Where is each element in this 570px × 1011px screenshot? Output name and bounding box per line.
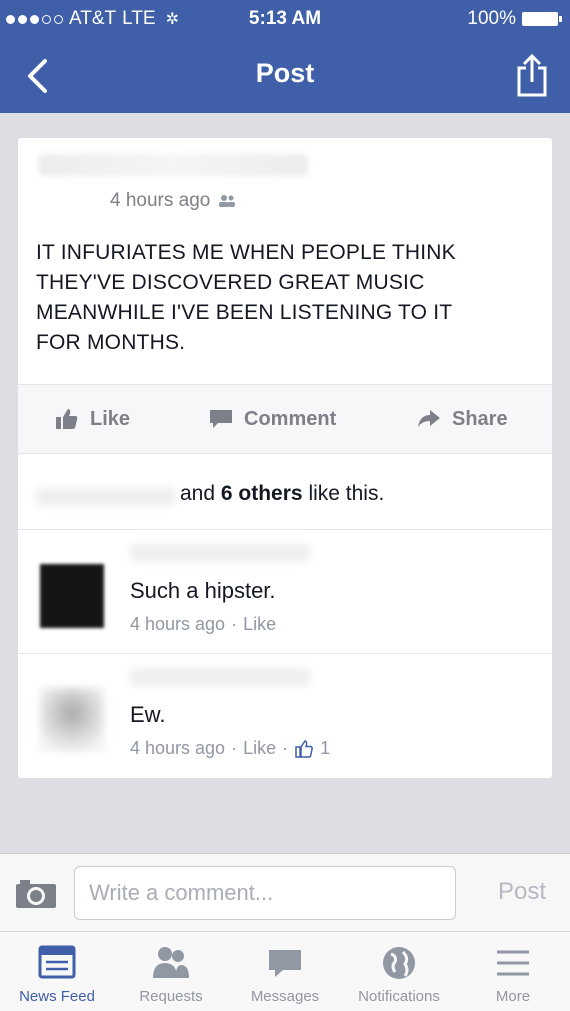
commenter-name-redacted <box>130 544 310 562</box>
share-arrow-icon <box>418 410 440 427</box>
post-timestamp[interactable]: 4 hours ago <box>110 190 210 212</box>
comment-timestamp: 4 hours ago <box>130 738 226 758</box>
status-bar: AT&T LTE ✲ 5:13 AM 100% <box>0 0 570 38</box>
tab-bar: News Feed Requests Messages Notification… <box>0 931 570 1011</box>
comment-label: Comment <box>244 407 337 430</box>
page-title: Post <box>255 58 315 88</box>
comment-icon <box>210 410 232 428</box>
likes-count[interactable]: 6 others <box>221 482 303 505</box>
header: AT&T LTE ✲ 5:13 AM 100% Post <box>0 0 570 113</box>
post-text-line: THEY'VE DISCOVERED GREAT MUSIC <box>36 271 425 294</box>
share-label: Share <box>452 407 508 430</box>
post-text-line: MEANWHILE I'VE BEEN LISTENING TO IT <box>36 301 453 324</box>
comment-text: Such a hipster. <box>130 578 276 603</box>
post-meta: 4 hours ago <box>110 190 236 212</box>
action-bar: Like Comment Share <box>18 384 552 454</box>
comment-input[interactable] <box>74 866 456 920</box>
comment-item: Such a hipster. 4 hours ago · Like <box>18 530 552 654</box>
tab-label: More <box>495 988 531 1005</box>
share-button[interactable]: Share <box>416 407 508 431</box>
tab-label: News Feed <box>19 988 95 1005</box>
separator-dot: · <box>282 738 289 758</box>
like-label: Like <box>90 407 131 430</box>
avatar[interactable] <box>40 564 104 628</box>
comment-meta: 4 hours ago · Like <box>130 614 276 635</box>
comment-text: Ew. <box>130 702 166 727</box>
news-feed-icon <box>38 945 76 979</box>
likes-summary[interactable]: and 6 others like this. <box>18 454 552 530</box>
tab-messages[interactable]: Messages <box>228 932 342 1011</box>
liker-name-redacted <box>36 488 176 506</box>
comment-like-link[interactable]: Like <box>243 614 276 635</box>
battery-percent: 100% <box>467 8 516 29</box>
avatar[interactable] <box>40 688 104 752</box>
thumbs-up-icon <box>56 409 78 429</box>
post-card: 4 hours ago IT INFURIATES ME WHEN PEOPLE… <box>18 138 552 778</box>
comment-timestamp: 4 hours ago <box>130 614 226 634</box>
comment-button[interactable]: Comment <box>208 407 336 431</box>
likes-prefix: and <box>180 482 216 505</box>
comment-composer: Post <box>0 853 570 931</box>
separator-dot: · <box>231 738 238 758</box>
author-name-redacted <box>38 154 308 176</box>
post-text-line: FOR MONTHS. <box>36 331 186 354</box>
post-text: IT INFURIATES ME WHEN PEOPLE THINK THEY'… <box>36 238 536 358</box>
post-comment-button[interactable]: Post <box>498 878 546 906</box>
camera-icon[interactable] <box>14 878 58 910</box>
tab-notifications[interactable]: Notifications <box>342 932 456 1011</box>
friend-requests-icon <box>153 947 189 978</box>
comment-item: Ew. 4 hours ago · Like · 1 <box>18 654 552 778</box>
like-button[interactable]: Like <box>54 407 130 431</box>
tab-label: Requests <box>139 988 203 1005</box>
tab-news-feed[interactable]: News Feed <box>0 932 114 1011</box>
nav-bar: Post <box>0 40 570 110</box>
likes-text: and 6 others like this. <box>180 482 384 506</box>
comment-like-link[interactable]: Like <box>243 738 276 759</box>
post-text-line: IT INFURIATES ME WHEN PEOPLE THINK <box>36 241 456 264</box>
comment-like-count: 1 <box>320 738 331 758</box>
likes-suffix: like this. <box>308 482 385 505</box>
tab-requests[interactable]: Requests <box>114 932 228 1011</box>
messages-icon <box>269 950 301 977</box>
commenter-name-redacted <box>130 668 310 686</box>
friends-icon <box>219 195 236 207</box>
separator-dot: · <box>231 614 238 634</box>
share-icon[interactable] <box>514 52 550 98</box>
thumbs-up-outline-icon <box>295 739 313 758</box>
status-right: 100% <box>467 8 562 30</box>
tab-label: Notifications <box>358 988 440 1005</box>
globe-icon <box>383 947 415 979</box>
tab-label: Messages <box>250 988 320 1005</box>
comment-meta: 4 hours ago · Like · 1 <box>130 738 330 759</box>
battery-icon <box>522 12 562 26</box>
tab-more[interactable]: More <box>456 932 570 1011</box>
menu-icon <box>497 950 529 976</box>
